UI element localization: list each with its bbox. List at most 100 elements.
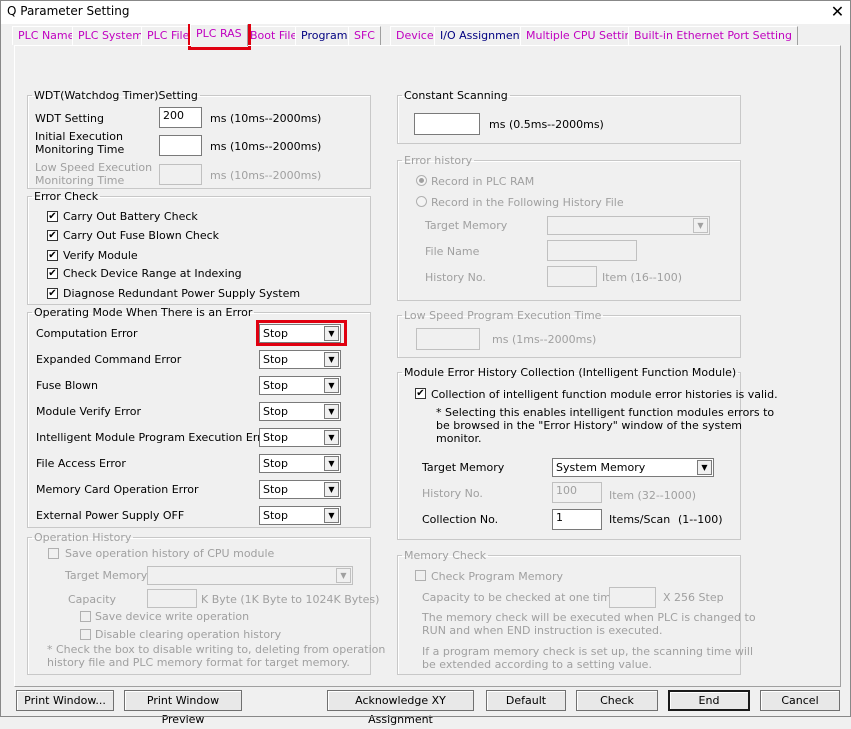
tab-ethernet-port[interactable]: Built-in Ethernet Port Setting bbox=[628, 26, 799, 45]
eh-hist-label: History No. bbox=[425, 271, 486, 284]
op-label-expanded: Expanded Command Error bbox=[36, 353, 182, 366]
mc-note-4: be extended according to a setting value… bbox=[422, 658, 652, 671]
op-label-fuse: Fuse Blown bbox=[36, 379, 98, 392]
me-hist-unit: Item (32--1000) bbox=[609, 489, 697, 502]
tab-plc-name[interactable]: PLC Name bbox=[12, 26, 81, 45]
close-icon[interactable]: ✕ bbox=[824, 0, 851, 24]
save-history-checkbox bbox=[48, 548, 59, 559]
expanded-command-select[interactable]: Stop ▼ bbox=[259, 350, 341, 369]
module-verify-value: Stop bbox=[263, 405, 289, 418]
tab-device[interactable]: Device bbox=[390, 26, 440, 45]
wdt-title: WDT(Watchdog Timer)Setting bbox=[34, 89, 198, 102]
device-range-checkbox[interactable]: ✔ bbox=[47, 268, 58, 279]
mc-note-2: RUN and when END instruction is executed… bbox=[422, 624, 663, 637]
low-speed-unit: ms (1ms--2000ms) bbox=[492, 333, 597, 346]
record-ram-radio bbox=[416, 175, 427, 186]
mc-capacity-label: Capacity to be checked at one time bbox=[422, 591, 618, 604]
record-file-radio bbox=[416, 196, 427, 207]
check-memory-checkbox bbox=[415, 570, 426, 581]
tab-plc-file[interactable]: PLC File bbox=[141, 26, 196, 45]
record-ram-label: Record in PLC RAM bbox=[431, 175, 535, 188]
record-file-label: Record in the Following History File bbox=[431, 196, 624, 209]
module-error-valid-label: Collection of intelligent function modul… bbox=[431, 388, 778, 401]
me-note-1: * Selecting this enables intelligent fun… bbox=[436, 406, 775, 419]
op-mode-title: Operating Mode When There is an Error bbox=[34, 306, 253, 319]
redundant-power-checkbox[interactable]: ✔ bbox=[47, 288, 58, 299]
file-access-value: Stop bbox=[263, 457, 289, 470]
constant-scan-unit: ms (0.5ms--2000ms) bbox=[489, 118, 604, 131]
disable-clear-checkbox bbox=[80, 629, 91, 640]
oh-note-1: * Check the box to disable writing to, d… bbox=[47, 643, 386, 656]
chevron-down-icon[interactable]: ▼ bbox=[324, 352, 339, 367]
chevron-down-icon[interactable]: ▼ bbox=[324, 430, 339, 445]
verify-module-checkbox[interactable]: ✔ bbox=[47, 250, 58, 261]
default-button[interactable]: Default bbox=[486, 690, 566, 711]
fuse-check-label: Carry Out Fuse Blown Check bbox=[63, 229, 220, 242]
end-button[interactable]: End bbox=[668, 690, 750, 711]
intelligent-module-select[interactable]: Stop ▼ bbox=[259, 428, 341, 447]
memory-card-select[interactable]: Stop ▼ bbox=[259, 480, 341, 499]
tab-io-assignment[interactable]: I/O Assignment bbox=[434, 26, 530, 45]
tab-plc-system[interactable]: PLC System bbox=[72, 26, 149, 45]
init-unit: ms (10ms--2000ms) bbox=[210, 140, 322, 153]
save-write-label: Save device write operation bbox=[95, 610, 250, 623]
me-target-select[interactable]: System Memory ▼ bbox=[552, 458, 714, 477]
chevron-down-icon[interactable]: ▼ bbox=[324, 326, 339, 341]
oh-note-2: history file and PLC memory format for t… bbox=[47, 656, 350, 669]
module-error-valid-checkbox[interactable]: ✔ bbox=[415, 388, 426, 399]
window-title: Q Parameter Setting bbox=[7, 4, 130, 18]
low-label-1: Low Speed Execution bbox=[35, 161, 153, 174]
mc-capacity-input bbox=[609, 587, 656, 608]
battery-check-checkbox[interactable]: ✔ bbox=[47, 211, 58, 222]
chevron-down-icon[interactable]: ▼ bbox=[324, 404, 339, 419]
low-unit: ms (10ms--2000ms) bbox=[210, 169, 322, 182]
tab-plc-ras[interactable]: PLC RAS bbox=[190, 24, 248, 46]
op-label-computation: Computation Error bbox=[36, 327, 138, 340]
constant-scan-title: Constant Scanning bbox=[404, 89, 508, 102]
check-memory-label: Check Program Memory bbox=[431, 570, 563, 583]
oh-target-label: Target Memory bbox=[65, 569, 148, 582]
chevron-down-icon[interactable]: ▼ bbox=[324, 482, 339, 497]
device-range-label: Check Device Range at Indexing bbox=[63, 267, 242, 280]
me-hist-input: 100 bbox=[552, 482, 602, 503]
mc-capacity-unit: X 256 Step bbox=[663, 591, 724, 604]
acknowledge-xy-button[interactable]: Acknowledge XY Assignment bbox=[327, 690, 474, 726]
chevron-down-icon[interactable]: ▼ bbox=[324, 508, 339, 523]
me-coll-range: (1--100) bbox=[678, 513, 723, 526]
op-label-file-access: File Access Error bbox=[36, 457, 126, 470]
me-coll-input[interactable]: 1 bbox=[552, 509, 602, 530]
init-label-1: Initial Execution bbox=[35, 130, 123, 143]
wdt-input[interactable]: 200 bbox=[159, 107, 202, 128]
constant-scan-input[interactable] bbox=[414, 113, 480, 135]
file-access-select[interactable]: Stop ▼ bbox=[259, 454, 341, 473]
disable-clear-label: Disable clearing operation history bbox=[95, 628, 282, 641]
module-error-title: Module Error History Collection (Intelli… bbox=[404, 366, 737, 379]
chevron-down-icon[interactable]: ▼ bbox=[697, 460, 712, 475]
tab-program[interactable]: Program bbox=[295, 26, 354, 45]
cancel-button[interactable]: Cancel bbox=[760, 690, 840, 711]
oh-target-select: ▼ bbox=[147, 566, 353, 585]
me-target-label: Target Memory bbox=[422, 461, 505, 474]
fuse-check-checkbox[interactable]: ✔ bbox=[47, 230, 58, 241]
init-input[interactable] bbox=[159, 135, 202, 156]
tab-multiple-cpu[interactable]: Multiple CPU Setting bbox=[520, 26, 645, 45]
op-label-power: External Power Supply OFF bbox=[36, 509, 185, 522]
chevron-down-icon: ▼ bbox=[336, 568, 351, 583]
tab-sfc[interactable]: SFC bbox=[348, 26, 381, 45]
verify-module-label: Verify Module bbox=[63, 249, 138, 262]
wdt-unit: ms (10ms--2000ms) bbox=[210, 112, 322, 125]
print-window-button[interactable]: Print Window... bbox=[16, 690, 114, 711]
computation-error-select[interactable]: Stop ▼ bbox=[259, 324, 341, 343]
print-preview-button[interactable]: Print Window Preview bbox=[124, 690, 242, 726]
module-verify-select[interactable]: Stop ▼ bbox=[259, 402, 341, 421]
fuse-blown-select[interactable]: Stop ▼ bbox=[259, 376, 341, 395]
expanded-command-value: Stop bbox=[263, 353, 289, 366]
intelligent-module-value: Stop bbox=[263, 431, 289, 444]
title-bar: Q Parameter Setting ✕ bbox=[0, 0, 851, 24]
battery-check-label: Carry Out Battery Check bbox=[63, 210, 198, 223]
chevron-down-icon[interactable]: ▼ bbox=[324, 378, 339, 393]
check-button[interactable]: Check bbox=[576, 690, 658, 711]
external-power-select[interactable]: Stop ▼ bbox=[259, 506, 341, 525]
chevron-down-icon[interactable]: ▼ bbox=[324, 456, 339, 471]
me-coll-unit: Items/Scan bbox=[609, 513, 671, 526]
